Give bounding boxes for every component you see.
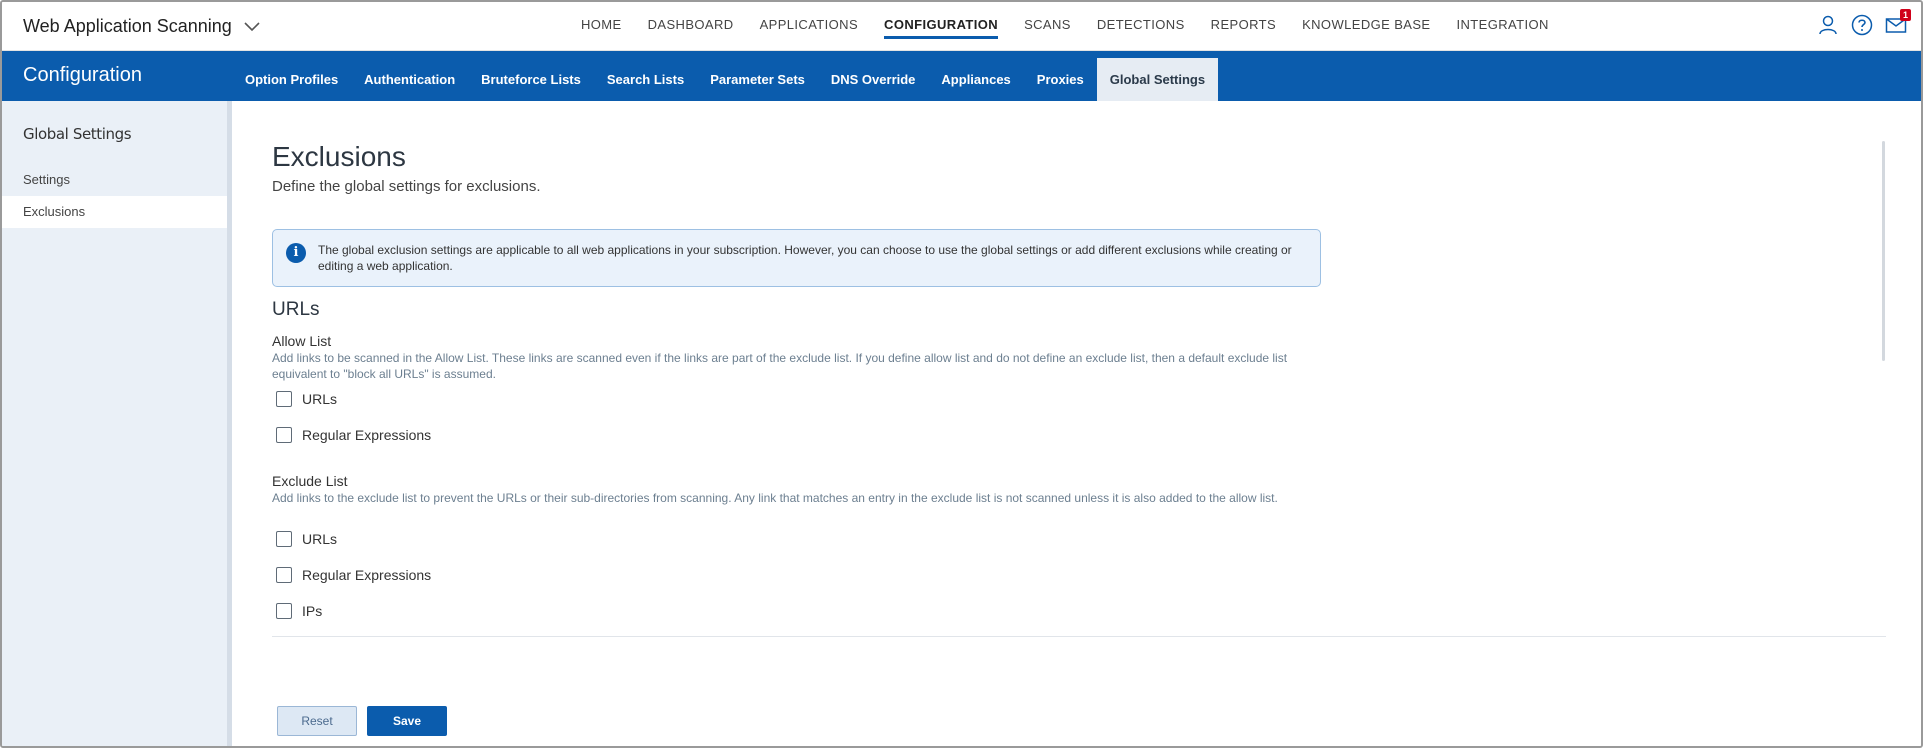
nav-home[interactable]: HOME xyxy=(568,2,635,51)
nav-scans[interactable]: SCANS xyxy=(1011,2,1084,51)
config-tabs: Option Profiles Authentication Bruteforc… xyxy=(232,58,1219,101)
exclude-list-description: Add links to the exclude list to prevent… xyxy=(272,491,1278,505)
nav-integration[interactable]: INTEGRATION xyxy=(1444,2,1562,51)
main-nav: HOME DASHBOARD APPLICATIONS CONFIGURATIO… xyxy=(568,2,1562,51)
exclude-ips-checkbox[interactable]: IPs xyxy=(276,603,322,619)
exclude-urls-checkbox[interactable]: URLs xyxy=(276,531,337,547)
reset-button[interactable]: Reset xyxy=(277,706,357,736)
checkbox-label: URLs xyxy=(302,531,338,547)
nav-configuration[interactable]: CONFIGURATION xyxy=(871,2,1011,51)
info-banner: i The global exclusion settings are appl… xyxy=(272,229,1321,287)
page-subtitle: Define the global settings for exclusion… xyxy=(272,178,541,195)
tab-parameter-sets[interactable]: Parameter Sets xyxy=(697,58,818,101)
scrollbar[interactable] xyxy=(1882,141,1885,361)
allow-urls-checkbox[interactable]: URLs xyxy=(276,391,337,407)
nav-dashboard[interactable]: DASHBOARD xyxy=(635,2,747,51)
help-icon[interactable] xyxy=(1851,14,1873,36)
section-title: Configuration xyxy=(23,64,142,86)
nav-detections[interactable]: DETECTIONS xyxy=(1084,2,1198,51)
exclude-regex-checkbox[interactable]: Regular Expressions xyxy=(276,567,431,583)
nav-applications[interactable]: APPLICATIONS xyxy=(747,2,871,51)
tab-search-lists[interactable]: Search Lists xyxy=(594,58,697,101)
checkbox-box[interactable] xyxy=(276,567,292,583)
tab-dns-override[interactable]: DNS Override xyxy=(818,58,929,101)
section-bar: Configuration Option Profiles Authentica… xyxy=(2,51,1921,101)
app-window: Web Application Scanning HOME DASHBOARD … xyxy=(0,0,1923,748)
sidebar-item-exclusions[interactable]: Exclusions xyxy=(2,196,227,228)
tab-appliances[interactable]: Appliances xyxy=(928,58,1023,101)
checkbox-box[interactable] xyxy=(276,391,292,407)
nav-knowledge-base[interactable]: KNOWLEDGE BASE xyxy=(1289,2,1443,51)
page-title: Exclusions xyxy=(272,141,406,172)
tab-authentication[interactable]: Authentication xyxy=(351,58,468,101)
sidebar: Global Settings Settings Exclusions xyxy=(2,101,232,746)
top-bar: Web Application Scanning HOME DASHBOARD … xyxy=(2,2,1921,51)
header-icons: 1 xyxy=(1817,9,1911,36)
allow-regex-checkbox[interactable]: Regular Expressions xyxy=(276,427,431,443)
info-icon: i xyxy=(286,243,306,263)
info-text: The global exclusion settings are applic… xyxy=(318,243,1292,273)
checkbox-box[interactable] xyxy=(276,427,292,443)
user-icon[interactable] xyxy=(1817,14,1839,36)
sidebar-item-settings[interactable]: Settings xyxy=(2,164,227,196)
checkbox-label: IPs xyxy=(302,603,323,619)
nav-reports[interactable]: REPORTS xyxy=(1198,2,1289,51)
checkbox-box[interactable] xyxy=(276,531,292,547)
mail-icon[interactable]: 1 xyxy=(1885,9,1911,36)
tab-bruteforce-lists[interactable]: Bruteforce Lists xyxy=(468,58,594,101)
divider xyxy=(272,636,1886,637)
tab-global-settings[interactable]: Global Settings xyxy=(1096,58,1219,101)
checkbox-label: Regular Expressions xyxy=(302,567,432,583)
sidebar-heading: Global Settings xyxy=(23,125,132,143)
app-switcher[interactable]: Web Application Scanning xyxy=(23,16,260,37)
exclude-list-title: Exclude List xyxy=(272,473,348,489)
urls-heading: URLs xyxy=(272,299,320,320)
chevron-down-icon xyxy=(244,21,260,31)
allow-list-description: Add links to be scanned in the Allow Lis… xyxy=(272,351,1288,381)
notification-badge: 1 xyxy=(1900,9,1911,21)
main-content: Exclusions Define the global settings fo… xyxy=(232,101,1921,746)
save-button[interactable]: Save xyxy=(367,706,447,736)
checkbox-box[interactable] xyxy=(276,603,292,619)
tab-proxies[interactable]: Proxies xyxy=(1024,58,1097,101)
allow-list-title: Allow List xyxy=(272,333,332,349)
checkbox-label: Regular Expressions xyxy=(302,427,432,443)
app-title: Web Application Scanning xyxy=(23,16,232,36)
tab-option-profiles[interactable]: Option Profiles xyxy=(232,58,351,101)
checkbox-label: URLs xyxy=(302,391,338,407)
